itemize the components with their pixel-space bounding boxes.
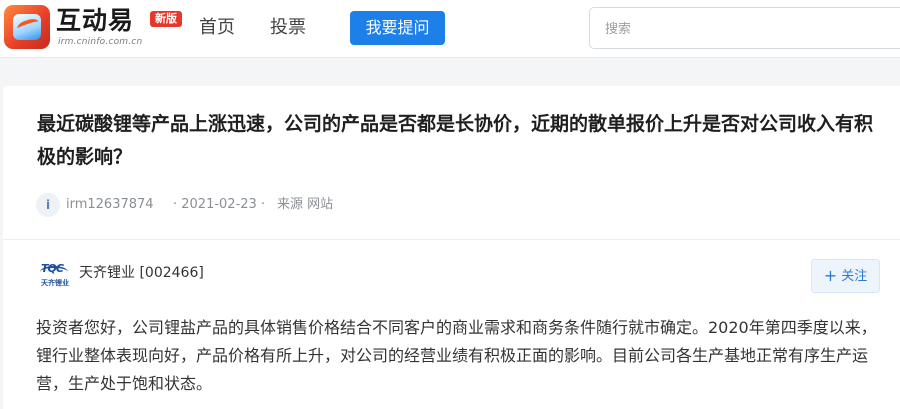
nav-vote[interactable]: 投票 bbox=[270, 15, 306, 41]
qa-card: 最近碳酸锂等产品上涨迅速，公司的产品是否都是长协价，近期的散单报价上升是否对公司… bbox=[3, 86, 900, 409]
question-user[interactable]: irm12637874 bbox=[66, 193, 154, 217]
question-date: · 2021-02-23 · bbox=[173, 197, 266, 212]
search-box[interactable] bbox=[589, 7, 900, 49]
question-title: 最近碳酸锂等产品上涨迅速，公司的产品是否都是长协价，近期的散单报价上升是否对公司… bbox=[37, 113, 874, 168]
new-version-badge: 新版 bbox=[150, 11, 182, 27]
user-avatar[interactable]: i bbox=[36, 193, 60, 217]
search-input[interactable] bbox=[605, 19, 885, 39]
company-logo: TQC 天齐锂业 bbox=[40, 262, 69, 287]
site-logo[interactable]: 互动易 新版 irm.cninfo.com.cn bbox=[4, 4, 184, 52]
plus-icon: + bbox=[823, 266, 838, 285]
company-name[interactable]: 天齐锂业 [002466] bbox=[79, 263, 204, 283]
section-divider bbox=[3, 239, 900, 240]
logo-domain: irm.cninfo.com.cn bbox=[58, 37, 143, 47]
ask-question-button[interactable]: 我要提问 bbox=[350, 11, 445, 45]
answer-text: 投资者您好，公司锂盐产品的具体销售价格结合不同客户的商业需求和商务条件随行就市确… bbox=[36, 318, 877, 393]
logo-mark-icon bbox=[4, 5, 50, 49]
follow-label: 关注 bbox=[841, 269, 868, 284]
question-source: 来源 网站 bbox=[277, 197, 334, 212]
follow-button[interactable]: + 关注 bbox=[811, 259, 880, 293]
nav-home[interactable]: 首页 bbox=[199, 15, 235, 41]
top-header: 互动易 新版 irm.cninfo.com.cn 首页 投票 我要提问 bbox=[0, 0, 900, 58]
logo-title: 互动易 bbox=[56, 6, 135, 35]
